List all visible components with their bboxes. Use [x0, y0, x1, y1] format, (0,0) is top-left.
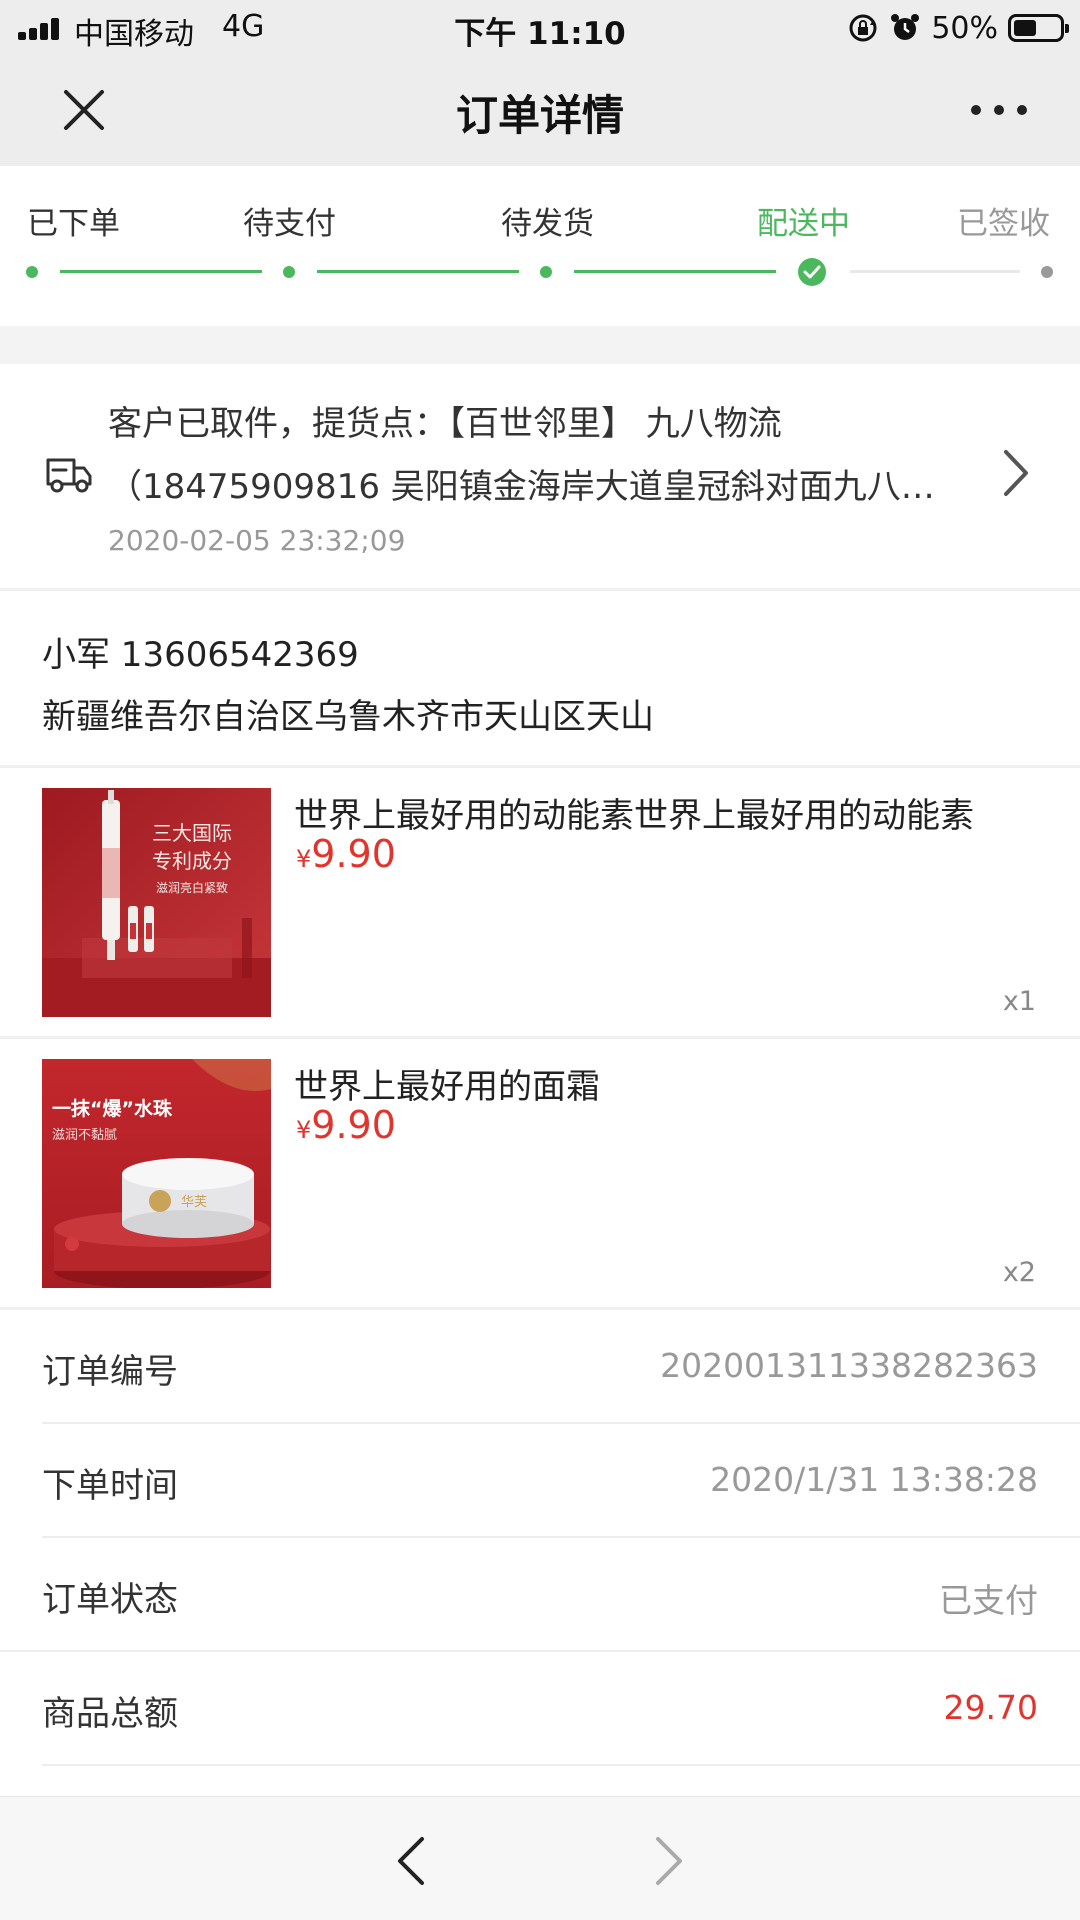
battery-percent: 50%	[931, 10, 998, 46]
step-label-delivering: 配送中	[757, 206, 850, 242]
step-dot-ordered	[26, 266, 38, 278]
step-dot-received	[1041, 266, 1053, 278]
order-time-label: 下单时间	[42, 1466, 178, 1506]
product-price: ¥9.90	[296, 832, 396, 876]
product-image-serum: 三大国际 专利成分 滋润亮白紧致	[42, 788, 271, 1017]
order-number-value: 202001311338282363	[660, 1346, 1038, 1385]
order-status-label: 订单状态	[42, 1580, 178, 1620]
address-card: 小军 13606542369 新疆维吾尔自治区乌鲁木齐市天山区天山	[0, 591, 1080, 765]
step-line	[574, 270, 776, 273]
truck-icon	[46, 458, 92, 493]
chevron-right-icon[interactable]	[652, 1835, 688, 1887]
rotation-lock-icon	[849, 14, 877, 42]
order-total-row: 商品总额 29.70	[0, 1652, 1080, 1766]
logistics-status: 客户已取件，提货点：【百世邻里】 九八物流	[108, 404, 782, 444]
product-name: 世界上最好用的面霜	[294, 1067, 600, 1107]
logistics-card[interactable]: 客户已取件，提货点：【百世邻里】 九八物流 （18475909816 吴阳镇金海…	[0, 364, 1080, 588]
status-bar: 中国移动 4G 下午 11:10 50%	[0, 0, 1080, 56]
product-item[interactable]: 一抹“爆”水珠 滋润不黏腻 华芙 世界上最好用的面霜 ¥9.90 x2	[0, 1039, 1080, 1307]
battery-icon	[1008, 14, 1069, 42]
section-gap	[0, 326, 1080, 364]
step-dot-ship	[540, 266, 552, 278]
status-right-group: 50%	[847, 8, 1069, 48]
order-total-label: 商品总额	[42, 1694, 178, 1734]
recipient-name-phone: 小军 13606542369	[42, 635, 359, 675]
product-item[interactable]: 三大国际 专利成分 滋润亮白紧致 世界上最好用的动能素世界上最好用的动能素 ¥9…	[0, 768, 1080, 1036]
chevron-left-icon[interactable]	[392, 1835, 428, 1887]
currency-symbol: ¥	[296, 845, 312, 873]
order-total-value: 29.70	[943, 1688, 1038, 1727]
order-status-row: 订单状态 已支付	[0, 1538, 1080, 1652]
divider	[42, 1764, 1080, 1766]
logistics-detail: （18475909816 吴阳镇金海岸大道皇冠斜对面九八物流）	[108, 467, 968, 507]
product-quantity: x2	[1002, 1257, 1036, 1288]
order-number-row: 订单编号 202001311338282363	[0, 1310, 1080, 1424]
recipient-address: 新疆维吾尔自治区乌鲁木齐市天山区天山	[42, 697, 654, 737]
order-number-label: 订单编号	[42, 1352, 178, 1392]
page-title: 订单详情	[455, 91, 624, 140]
more-icon[interactable]	[966, 88, 1032, 132]
product-image-text: 一抹“爆”水珠	[52, 1097, 173, 1120]
battery-fill	[1014, 20, 1036, 36]
step-line-pending	[850, 270, 1020, 273]
step-line	[60, 270, 262, 273]
product-price: ¥9.90	[296, 1103, 396, 1147]
step-dot-pay	[283, 266, 295, 278]
step-label-received: 已签收	[957, 206, 1050, 242]
logistics-time: 2020-02-05 23:32;09	[108, 524, 406, 557]
order-progress: 已下单 待支付 待发货 配送中 已签收	[0, 166, 1080, 326]
product-image-text: 专利成分	[152, 849, 232, 873]
product-name: 世界上最好用的动能素世界上最好用的动能素	[294, 796, 974, 836]
product-image-cream: 一抹“爆”水珠 滋润不黏腻 华芙	[42, 1059, 271, 1288]
step-label-pay: 待支付	[243, 206, 336, 242]
order-time-row: 下单时间 2020/1/31 13:38:28	[0, 1424, 1080, 1538]
product-quantity: x1	[1002, 986, 1036, 1017]
step-label-ship: 待发货	[501, 206, 594, 242]
product-image-brand: 华芙	[181, 1195, 207, 1210]
chevron-right-icon	[1004, 450, 1028, 496]
bottom-toolbar	[0, 1796, 1080, 1920]
product-image-text: 滋润不黏腻	[52, 1127, 117, 1143]
order-time-value: 2020/1/31 13:38:28	[710, 1460, 1038, 1499]
product-image-text: 三大国际	[152, 821, 232, 845]
step-line	[317, 270, 519, 273]
alarm-icon	[891, 14, 920, 40]
currency-symbol: ¥	[296, 1116, 312, 1144]
nav-bar: 订单详情	[0, 56, 1080, 166]
price-amount: 9.90	[311, 832, 396, 876]
price-amount: 9.90	[311, 1103, 396, 1147]
step-label-ordered: 已下单	[27, 206, 120, 242]
check-circle-icon	[798, 258, 826, 286]
order-status-value: 已支付	[939, 1581, 1038, 1620]
product-image-text: 滋润亮白紧致	[156, 880, 228, 895]
